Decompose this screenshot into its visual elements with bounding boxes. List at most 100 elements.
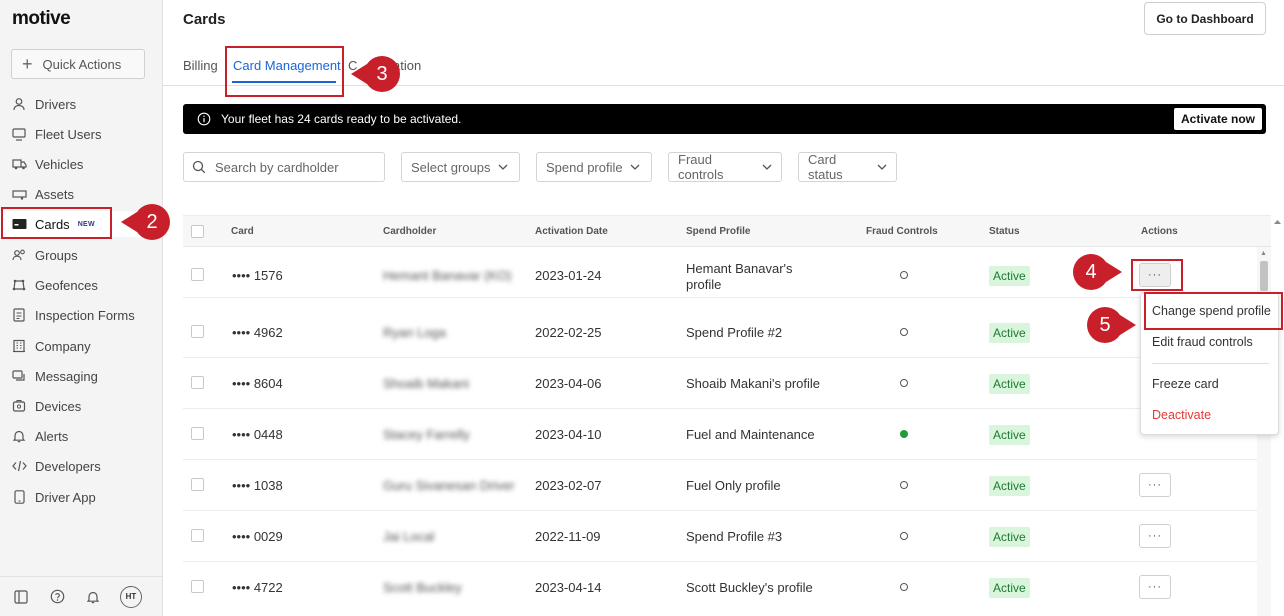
- table-row[interactable]: •••• 1038 Guru Sivanesan Driver 2023-02-…: [183, 460, 1271, 511]
- row-checkbox[interactable]: [191, 580, 204, 593]
- quick-actions-button[interactable]: + Quick Actions: [11, 49, 145, 79]
- activation-banner: Your fleet has 24 cards ready to be acti…: [183, 104, 1266, 134]
- activate-now-button[interactable]: Activate now: [1173, 108, 1262, 130]
- trailer-icon: [11, 186, 27, 202]
- sidebar-item-vehicles[interactable]: Vehicles: [0, 151, 163, 177]
- card-number: •••• 4722: [232, 580, 283, 595]
- sidebar-item-groups[interactable]: Groups: [0, 242, 163, 268]
- sidebar-item-assets[interactable]: Assets: [0, 181, 163, 207]
- cardholder-name: Hemant Banavar (KO): [383, 268, 512, 283]
- tab-card-management[interactable]: Card Management: [233, 58, 341, 73]
- activation-date: 2023-02-07: [535, 478, 602, 493]
- menu-item-change-spend-profile[interactable]: Change spend profile: [1152, 304, 1271, 318]
- row-actions-button[interactable]: ···: [1139, 473, 1171, 497]
- status-badge: Active: [989, 527, 1030, 547]
- row-checkbox[interactable]: [191, 529, 204, 542]
- sidebar-item-devices[interactable]: Devices: [0, 393, 163, 419]
- fraud-control-indicator: [900, 328, 908, 336]
- status-badge: Active: [989, 323, 1030, 343]
- table-row[interactable]: •••• 0029 Jai Local 2022-11-09 Spend Pro…: [183, 511, 1271, 562]
- sidebar-footer: HT: [0, 576, 163, 616]
- activation-date: 2023-04-10: [535, 427, 602, 442]
- search-placeholder: Search by cardholder: [215, 159, 339, 175]
- menu-item-deactivate[interactable]: Deactivate: [1152, 408, 1211, 422]
- sidebar-item-label: Drivers: [35, 96, 77, 112]
- building-icon: [11, 338, 27, 354]
- dropdown-label: Fraud controls: [678, 152, 724, 182]
- sidebar-item-developers[interactable]: Developers: [0, 453, 163, 479]
- activation-date: 2023-01-24: [535, 268, 602, 283]
- chat-icon: [11, 368, 27, 384]
- sidebar-toggle-icon[interactable]: [12, 588, 30, 606]
- step-marker-4: 4: [1073, 254, 1122, 290]
- sidebar-item-label: Driver App: [35, 489, 96, 505]
- motive-logo[interactable]: motive: [12, 8, 71, 30]
- spend-profile-dropdown[interactable]: Spend profile: [536, 152, 652, 182]
- bell-icon: [11, 428, 27, 444]
- sidebar-item-fleet-users[interactable]: Fleet Users: [0, 121, 163, 147]
- row-checkbox[interactable]: [191, 427, 204, 440]
- column-header-cardholder: Cardholder: [383, 226, 437, 237]
- help-icon[interactable]: [48, 588, 66, 606]
- chevron-down-icon: [762, 164, 772, 170]
- notifications-bell-icon[interactable]: [84, 588, 102, 606]
- go-to-dashboard-button[interactable]: Go to Dashboard: [1144, 2, 1266, 35]
- sidebar-item-drivers[interactable]: Drivers: [0, 91, 163, 117]
- sidebar-item-label: Inspection Forms: [35, 307, 135, 323]
- step-number: 5: [1099, 313, 1111, 336]
- status-badge: Active: [989, 266, 1030, 286]
- scrollbar-thumb[interactable]: [1260, 261, 1268, 291]
- card-status-dropdown[interactable]: Card status: [798, 152, 897, 182]
- table-row[interactable]: •••• 0448 Stacey Farrelly 2023-04-10 Fue…: [183, 409, 1271, 460]
- menu-item-freeze-card[interactable]: Freeze card: [1152, 377, 1219, 391]
- sidebar-item-label: Geofences: [35, 277, 98, 293]
- row-checkbox[interactable]: [191, 478, 204, 491]
- row-actions-menu: Change spend profile Edit fraud controls…: [1140, 292, 1279, 435]
- fraud-controls-dropdown[interactable]: Fraud controls: [668, 152, 782, 182]
- table-row[interactable]: •••• 8604 Shoaib Makani 2023-04-06 Shoai…: [183, 358, 1271, 409]
- code-icon: [11, 458, 27, 474]
- sidebar-item-alerts[interactable]: Alerts: [0, 423, 163, 449]
- table-header: Card Cardholder Activation Date Spend Pr…: [183, 215, 1271, 247]
- spend-profile: Hemant Banavar's: [686, 261, 793, 276]
- row-actions-button[interactable]: ···: [1139, 263, 1171, 287]
- status-badge: Active: [989, 476, 1030, 496]
- row-actions-button[interactable]: ···: [1139, 524, 1171, 548]
- tab-billing[interactable]: Billing: [183, 58, 218, 73]
- scroll-up-arrow-icon[interactable]: ▲: [1260, 250, 1267, 257]
- sidebar-item-driver-app[interactable]: Driver App: [0, 484, 163, 510]
- search-input[interactable]: Search by cardholder: [183, 152, 385, 182]
- person-icon: [11, 96, 27, 112]
- column-header-actions: Actions: [1141, 226, 1178, 237]
- dropdown-label: Spend profile: [546, 159, 623, 175]
- banner-message: Your fleet has 24 cards ready to be acti…: [221, 112, 462, 126]
- row-checkbox[interactable]: [191, 376, 204, 389]
- sidebar-item-geofences[interactable]: Geofences: [0, 272, 163, 298]
- spend-profile: Spend Profile #3: [686, 529, 783, 544]
- row-actions-button[interactable]: ···: [1139, 575, 1171, 599]
- table-row[interactable]: •••• 4722 Scott Buckley 2023-04-14 Scott…: [183, 562, 1271, 613]
- fraud-control-indicator: [900, 583, 908, 591]
- sidebar-item-inspection-forms[interactable]: Inspection Forms: [0, 302, 163, 328]
- row-checkbox[interactable]: [191, 268, 204, 281]
- spend-profile: Fuel Only profile: [686, 478, 781, 493]
- card-icon: [11, 216, 27, 232]
- select-groups-dropdown[interactable]: Select groups: [401, 152, 520, 182]
- cardholder-name: Stacey Farrelly: [383, 427, 470, 442]
- chevron-down-icon: [630, 164, 640, 170]
- sidebar-item-label: Devices: [35, 398, 82, 414]
- document-icon: [11, 307, 27, 323]
- row-checkbox[interactable]: [191, 325, 204, 338]
- menu-item-edit-fraud-controls[interactable]: Edit fraud controls: [1152, 335, 1253, 349]
- select-all-checkbox[interactable]: [191, 225, 204, 238]
- activation-date: 2022-02-25: [535, 325, 602, 340]
- search-icon: [192, 160, 206, 174]
- sidebar-item-company[interactable]: Company: [0, 333, 163, 359]
- cardholder-name: Ryan Loga: [383, 325, 446, 340]
- fraud-control-indicator: [900, 271, 908, 279]
- user-avatar[interactable]: HT: [120, 585, 142, 608]
- card-number: •••• 8604: [232, 376, 283, 391]
- fraud-control-indicator-on: [900, 430, 908, 438]
- status-badge: Active: [989, 425, 1030, 445]
- sidebar-item-messaging[interactable]: Messaging: [0, 363, 163, 389]
